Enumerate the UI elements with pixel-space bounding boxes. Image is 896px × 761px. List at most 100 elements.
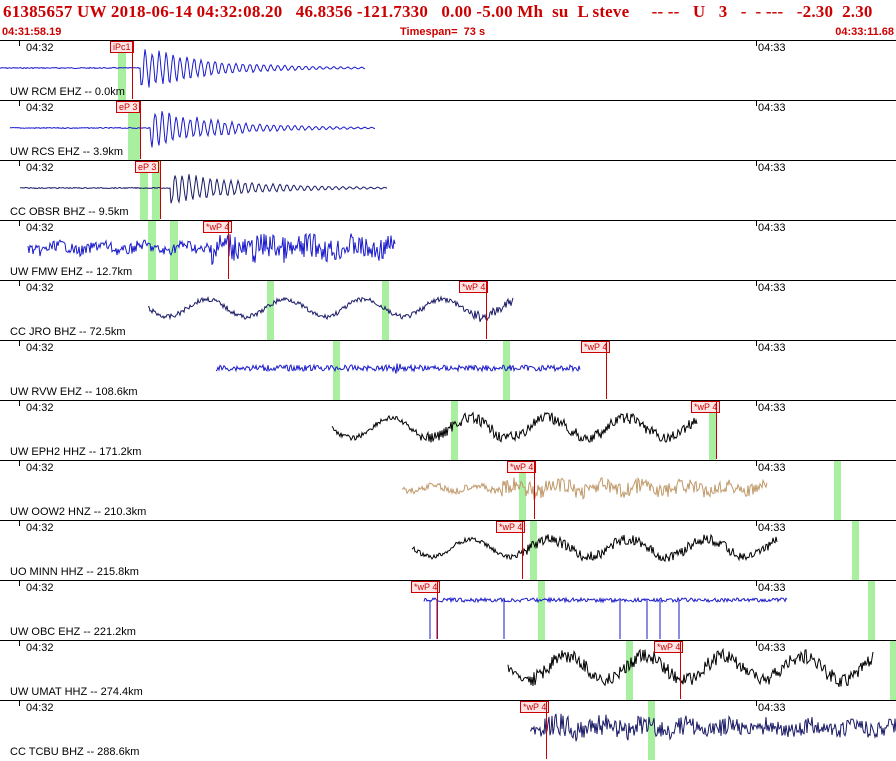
pick-marker[interactable]: *wP 4 — [459, 281, 489, 293]
time-label: 04:32 — [26, 42, 54, 54]
minute-tick — [19, 520, 20, 526]
minute-tick — [756, 280, 757, 286]
trace-panel[interactable]: 04:32 04:33 *wP 4 UW UMAT HHZ -- 274.4km — [0, 640, 896, 700]
minute-tick — [756, 580, 757, 586]
minute-tick — [756, 220, 757, 226]
pick-marker[interactable]: *wP 4 — [654, 641, 684, 653]
time-label: 04:33 — [758, 102, 786, 114]
trace-panel[interactable]: 04:32 04:33 iPc1 UW RCM EHZ -- 0.0km — [0, 40, 896, 100]
trace-panel[interactable]: 04:32 04:33 eP 3 CC OBSR BHZ -- 9.5km — [0, 160, 896, 220]
minute-tick — [756, 460, 757, 466]
station-label: CC OBSR BHZ -- 9.5km — [10, 206, 129, 218]
waveform-path — [147, 295, 514, 322]
station-label: UW EPH2 HHZ -- 171.2km — [10, 446, 142, 458]
time-label: 04:33 — [758, 702, 786, 714]
minute-tick — [19, 220, 20, 226]
time-label: 04:33 — [758, 582, 786, 594]
station-label: UW RVW EHZ -- 108.6km — [10, 386, 138, 398]
minute-tick — [756, 340, 757, 346]
station-label: CC JRO BHZ -- 72.5km — [10, 326, 126, 338]
event-header: 61385657 UW 2018-06-14 04:32:08.20 46.83… — [0, 0, 896, 40]
pick-marker[interactable]: eP 3 — [116, 101, 141, 113]
time-label: 04:32 — [26, 162, 54, 174]
time-label: 04:32 — [26, 462, 54, 474]
trace-panel[interactable]: 04:32 04:33 *wP 4 UW EPH2 HHZ -- 171.2km — [0, 400, 896, 460]
waveform-path — [529, 713, 896, 742]
pick-line[interactable] — [140, 101, 141, 159]
waveform-path — [507, 647, 874, 687]
station-label: UW RCM EHZ -- 0.0km — [10, 86, 125, 98]
waveform-path — [9, 111, 376, 148]
time-label: 04:32 — [26, 102, 54, 114]
station-label: UO MINN HHZ -- 215.8km — [10, 566, 139, 578]
minute-tick — [756, 100, 757, 106]
station-label: UW OBC EHZ -- 221.2km — [10, 626, 136, 638]
trace-panel[interactable]: 04:32 04:33 *wP 4 UW OBC EHZ -- 221.2km — [0, 580, 896, 640]
minute-tick — [19, 40, 20, 46]
event-title: 61385657 UW 2018-06-14 04:32:08.20 46.83… — [3, 2, 873, 21]
time-label: 04:33 — [758, 42, 786, 54]
pick-line[interactable] — [522, 521, 523, 579]
minute-tick — [19, 460, 20, 466]
pick-line[interactable] — [534, 461, 535, 519]
minute-tick — [19, 580, 20, 586]
waveform-path — [423, 596, 788, 604]
pick-line[interactable] — [606, 341, 607, 399]
minute-tick — [756, 40, 757, 46]
seismogram-plot[interactable]: 04:32 04:33 iPc1 UW RCM EHZ -- 0.0km 04:32 04… — [0, 40, 896, 760]
station-label: UW FMW EHZ -- 12.7km — [10, 266, 133, 278]
pick-marker[interactable]: iPc1 — [110, 41, 134, 53]
pick-marker[interactable]: eP 3 — [135, 161, 160, 173]
time-label: 04:33 — [758, 642, 786, 654]
end-time: 04:33:11.68 — [835, 26, 894, 38]
time-label: 04:33 — [758, 282, 786, 294]
minute-tick — [756, 400, 757, 406]
time-label: 04:33 — [758, 462, 786, 474]
pick-line[interactable] — [132, 41, 133, 99]
trace-panel[interactable]: 04:32 04:33 *wP 4 UW OOW2 HNZ -- 210.3km — [0, 460, 896, 520]
trace-panel[interactable]: 04:32 04:33 eP 3 UW RCS EHZ -- 3.9km — [0, 100, 896, 160]
pick-marker[interactable]: *wP 4 — [507, 461, 537, 473]
trace-panel[interactable]: 04:32 04:33 *wP 4 UW FMW EHZ -- 12.7km — [0, 220, 896, 280]
pick-line[interactable] — [486, 281, 487, 339]
trace-panel[interactable]: 04:32 04:33 *wP 4 CC JRO BHZ -- 72.5km — [0, 280, 896, 340]
minute-tick — [19, 160, 20, 166]
waveform-path — [0, 49, 366, 88]
pick-line[interactable] — [437, 581, 438, 639]
time-label: 04:32 — [26, 522, 54, 534]
time-label: 04:32 — [26, 702, 54, 714]
minute-tick — [19, 100, 20, 106]
start-time: 04:31:58.19 — [2, 26, 62, 38]
pick-line[interactable] — [546, 701, 547, 759]
station-label: UW OOW2 HNZ -- 210.3km — [10, 506, 147, 518]
pick-marker[interactable]: *wP 4 — [520, 701, 550, 713]
minute-tick — [756, 700, 757, 706]
trace-panel[interactable]: 04:32 04:33 *wP 4 UW RVW EHZ -- 108.6km — [0, 340, 896, 400]
time-label: 04:32 — [26, 282, 54, 294]
waveform-path — [401, 476, 768, 501]
minute-tick — [19, 280, 20, 286]
trace-panel[interactable]: 04:32 04:33 *wP 4 CC TCBU BHZ -- 288.6km — [0, 700, 896, 760]
minute-tick — [19, 400, 20, 406]
time-label: 04:32 — [26, 222, 54, 234]
time-label: 04:33 — [758, 402, 786, 414]
pick-marker[interactable]: *wP 4 — [496, 521, 526, 533]
pick-line[interactable] — [716, 401, 717, 459]
pick-line[interactable] — [228, 221, 229, 279]
pick-line[interactable] — [680, 641, 681, 699]
pick-line[interactable] — [160, 161, 161, 219]
minute-tick — [756, 160, 757, 166]
minute-tick — [756, 520, 757, 526]
pick-marker[interactable]: *wP 4 — [411, 581, 441, 593]
time-label: 04:32 — [26, 642, 54, 654]
waveform-path — [215, 363, 581, 374]
timespan-label: Timespan= 73 s — [400, 26, 486, 38]
time-label: 04:32 — [26, 342, 54, 354]
trace-panel[interactable]: 04:32 04:33 *wP 4 UO MINN HHZ -- 215.8km — [0, 520, 896, 580]
station-label: UW RCS EHZ -- 3.9km — [10, 146, 124, 158]
time-label: 04:32 — [26, 582, 54, 594]
minute-tick — [756, 640, 757, 646]
time-label: 04:32 — [26, 402, 54, 414]
station-label: UW UMAT HHZ -- 274.4km — [10, 686, 143, 698]
minute-tick — [19, 640, 20, 646]
